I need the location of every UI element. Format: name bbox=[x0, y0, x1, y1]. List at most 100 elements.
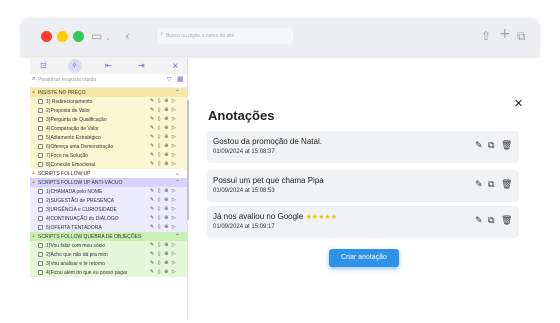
list-item[interactable]: 4)Ficou além do que eu posso pagar ✎ ▯ ⊕ … bbox=[30, 268, 187, 277]
chevron-down-icon[interactable]: ⌄ bbox=[175, 170, 180, 177]
reply-group-title: INSISTE NO PREÇO bbox=[38, 90, 86, 96]
chevron-up-icon[interactable]: ⌃ bbox=[175, 89, 180, 96]
copy-icon[interactable]: ⧉ bbox=[488, 180, 494, 190]
browser-toolbar: ▭ ⌄ ‹ ⌕ Busca ou digite o nome do site ⇧… bbox=[21, 18, 539, 56]
collapse-tab-icon[interactable]: ⇤ bbox=[105, 60, 112, 72]
list-item[interactable]: 5)Adiamento Estratégico ✎ ▯ ⊕ ▷ bbox=[30, 133, 187, 142]
tabs-overview-icon[interactable]: ⧉ bbox=[517, 28, 526, 44]
chevron-down-icon[interactable]: ⌄ bbox=[105, 30, 111, 46]
filter-icon[interactable]: ▽ bbox=[167, 76, 172, 83]
list-item[interactable]: 3)URGÊNCIA e CURIOSIDADE ✎ ▯ ⊕ ▷ bbox=[30, 205, 187, 214]
list-item[interactable]: 1) Redirecionamento ✎ ▯ ⊕ ▷ bbox=[30, 97, 187, 106]
row-actions-icon[interactable]: ✎ ▯ ⊕ ▷ bbox=[150, 215, 177, 221]
sidebar-toggle-icon[interactable]: ▭ bbox=[91, 28, 102, 44]
warning-icon: ▲ bbox=[31, 179, 36, 185]
list-item-label: 6)Ofereça uma Demonstração bbox=[46, 144, 114, 150]
message-icon bbox=[38, 243, 43, 248]
row-actions-icon[interactable]: ✎ ▯ ⊕ ▷ bbox=[150, 197, 177, 203]
modal-title: Anotações bbox=[208, 108, 275, 123]
reply-group-header[interactable]: ▲ SCRIPTS FOLLOW UP ⌄ bbox=[30, 169, 187, 178]
list-item[interactable]: 5)OFERTA TENTADORA ✎ ▯ ⊕ ▷ bbox=[30, 223, 187, 232]
trash-icon[interactable]: 🗑 bbox=[501, 141, 512, 151]
list-item-label: 4)Ficou além do que eu posso pagar bbox=[46, 270, 128, 276]
search-icon: ⌕ bbox=[160, 31, 164, 37]
list-item[interactable]: 3)Pergunta de Qualificação ✎ ▯ ⊕ ▷ bbox=[30, 115, 187, 124]
row-actions-icon[interactable]: ✎ ▯ ⊕ ▷ bbox=[150, 134, 177, 140]
list-item[interactable]: 7)Foco na Solução ✎ ▯ ⊕ ▷ bbox=[30, 151, 187, 160]
row-actions-icon[interactable]: ✎ ▯ ⊕ ▷ bbox=[150, 206, 177, 212]
list-item-label: 8)Conexão Emocional bbox=[46, 162, 96, 168]
list-item[interactable]: 1)CHAMADA pelo NOME ✎ ▯ ⊕ ▷ bbox=[30, 187, 187, 196]
row-actions-icon[interactable]: ✎ ▯ ⊕ ▷ bbox=[150, 188, 177, 194]
list-item-label: 1)CHAMADA pelo NOME bbox=[46, 189, 103, 195]
expand-tab-icon[interactable]: ⇥ bbox=[138, 60, 145, 72]
back-arrow-icon[interactable]: ‹ bbox=[125, 28, 130, 44]
row-actions-icon[interactable]: ✎ ▯ ⊕ ▷ bbox=[150, 251, 177, 257]
close-icon[interactable]: ✕ bbox=[514, 97, 523, 110]
chevron-up-icon[interactable]: ⌃ bbox=[175, 233, 180, 240]
list-item[interactable]: 6)Ofereça uma Demonstração ✎ ▯ ⊕ ▷ bbox=[30, 142, 187, 151]
list-item[interactable]: 8)Conexão Emocional ✎ ▯ ⊕ ▷ bbox=[30, 160, 187, 169]
row-actions-icon[interactable]: ✎ ▯ ⊕ ▷ bbox=[150, 269, 177, 275]
chevron-up-icon[interactable]: ⌃ bbox=[175, 179, 180, 186]
row-actions-icon[interactable]: ✎ ▯ ⊕ ▷ bbox=[150, 161, 177, 167]
message-icon bbox=[38, 162, 43, 167]
row-actions-icon[interactable]: ✎ ▯ ⊕ ▷ bbox=[150, 242, 177, 248]
close-panel-icon[interactable]: × bbox=[172, 60, 179, 72]
reply-group-header[interactable]: ▲ INSISTE NO PREÇO ⌃ bbox=[30, 88, 187, 97]
row-actions-icon[interactable]: ✎ ▯ ⊕ ▷ bbox=[150, 107, 177, 113]
row-actions-icon[interactable]: ✎ ▯ ⊕ ▷ bbox=[150, 116, 177, 122]
share-icon[interactable]: ⇧ bbox=[481, 28, 491, 44]
list-item[interactable]: 2)SUGESTÃO de PRESENÇA ✎ ▯ ⊕ ▷ bbox=[30, 196, 187, 205]
close-window-button[interactable] bbox=[41, 31, 52, 42]
reply-group-header[interactable]: ▲ SCRIPTS FOLLOW UP ANTI-VÁCUO ⌃ bbox=[30, 178, 187, 187]
panel-tabs: ⊡ ✧ ⇤ ⇥ × bbox=[30, 58, 187, 74]
list-item-label: 7)Foco na Solução bbox=[46, 153, 88, 159]
row-actions-icon[interactable]: ✎ ▯ ⊕ ▷ bbox=[150, 143, 177, 149]
minimize-window-button[interactable] bbox=[57, 31, 68, 42]
trash-icon[interactable]: 🗑 bbox=[501, 180, 512, 190]
list-item[interactable]: 4)Comparação de Valor ✎ ▯ ⊕ ▷ bbox=[30, 124, 187, 133]
create-note-button[interactable]: Criar anotação bbox=[329, 249, 399, 267]
note-text: Possui um pet que chama Pipa bbox=[213, 176, 324, 185]
row-actions-icon[interactable]: ✎ ▯ ⊕ ▷ bbox=[150, 224, 177, 230]
list-item-label: 2)SUGESTÃO de PRESENÇA bbox=[46, 198, 115, 204]
note-text: Gostou da promoção de Natal. bbox=[213, 137, 322, 146]
reply-group-header[interactable]: ▲ SCRIPTS FOLLOW QUEBRA DE OBJEÇÕES ⌃ bbox=[30, 232, 187, 241]
row-actions-icon[interactable]: ✎ ▯ ⊕ ▷ bbox=[150, 260, 177, 266]
copy-icon[interactable]: ⧉ bbox=[488, 216, 494, 226]
panel-scrollbar[interactable] bbox=[187, 100, 189, 220]
edit-icon[interactable]: ✎ bbox=[475, 141, 483, 151]
home-tab-icon[interactable]: ⊡ bbox=[40, 60, 47, 72]
magic-tab-icon[interactable]: ✧ bbox=[71, 60, 78, 72]
message-icon bbox=[38, 135, 43, 140]
warning-icon: ▲ bbox=[31, 89, 36, 95]
row-actions-icon[interactable]: ✎ ▯ ⊕ ▷ bbox=[150, 152, 177, 158]
note-date: 01/09/2024 at 15:08:53 bbox=[213, 188, 275, 194]
reply-group: ▲ SCRIPTS FOLLOW QUEBRA DE OBJEÇÕES ⌃ 1)Vou… bbox=[30, 232, 187, 277]
quick-reply-search[interactable]: ⌕ Pesquisar resposta rápida ▽ ▦ bbox=[30, 74, 187, 88]
edit-icon[interactable]: ✎ bbox=[475, 180, 483, 190]
list-item[interactable]: 3)Vou analisar e te retorno ✎ ▯ ⊕ ▷ bbox=[30, 259, 187, 268]
new-tab-icon[interactable]: + bbox=[499, 26, 511, 42]
row-actions-icon[interactable]: ✎ ▯ ⊕ ▷ bbox=[150, 98, 177, 104]
list-item[interactable]: 1)Vou falar com meu sócio ✎ ▯ ⊕ ▷ bbox=[30, 241, 187, 250]
note-card: Já nos avaliou no Google ★★★★★ 01/09/202… bbox=[207, 206, 519, 238]
message-icon bbox=[38, 261, 43, 266]
trash-icon[interactable]: 🗑 bbox=[501, 216, 512, 226]
note-date: 01/09/2024 at 15:08:37 bbox=[213, 149, 275, 155]
maximize-window-button[interactable] bbox=[73, 31, 84, 42]
message-icon bbox=[38, 252, 43, 257]
grid-icon[interactable]: ▦ bbox=[177, 75, 184, 83]
message-icon bbox=[38, 189, 43, 194]
list-item[interactable]: 2)Acho que não dá pra mim ✎ ▯ ⊕ ▷ bbox=[30, 250, 187, 259]
list-item[interactable]: 4)CONTINUAÇÃO do DIÁLOGO ✎ ▯ ⊕ ▷ bbox=[30, 214, 187, 223]
list-item[interactable]: 2)Proposta de Valor ✎ ▯ ⊕ ▷ bbox=[30, 106, 187, 115]
message-icon bbox=[38, 198, 43, 203]
address-bar[interactable]: ⌕ Busca ou digite o nome do site bbox=[157, 28, 293, 44]
reply-group-title: SCRIPTS FOLLOW UP bbox=[38, 171, 91, 177]
row-actions-icon[interactable]: ✎ ▯ ⊕ ▷ bbox=[150, 125, 177, 131]
note-date: 01/09/2024 at 15:09:17 bbox=[213, 224, 275, 230]
edit-icon[interactable]: ✎ bbox=[475, 216, 483, 226]
copy-icon[interactable]: ⧉ bbox=[488, 141, 494, 151]
